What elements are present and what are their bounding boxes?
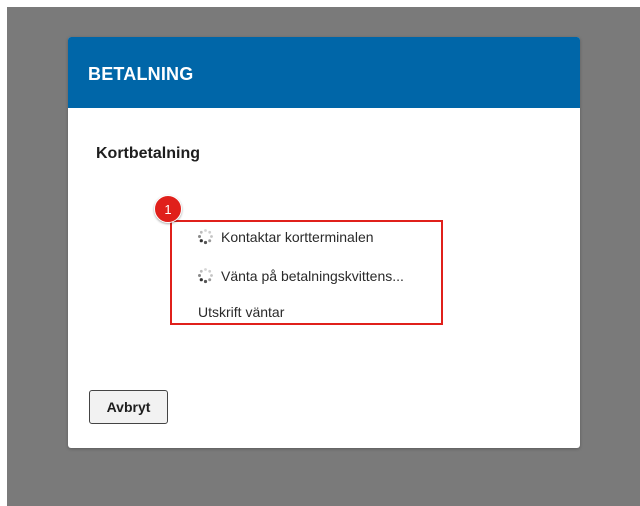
cancel-button[interactable]: Avbryt: [89, 390, 168, 424]
payment-dialog: BETALNING Kortbetalning 1 Kontaktar kort…: [68, 37, 580, 448]
spinner-icon: [197, 228, 214, 245]
status-text: Kontaktar kortterminalen: [221, 228, 374, 245]
spinner-icon: [197, 267, 214, 284]
annotation-badge: 1: [154, 195, 182, 223]
dialog-title: BETALNING: [88, 64, 194, 84]
status-text: Utskrift väntar: [198, 304, 285, 320]
status-print-pending: Utskrift väntar: [198, 304, 284, 320]
section-title: Kortbetalning: [96, 145, 200, 162]
status-contacting-terminal: Kontaktar kortterminalen: [197, 228, 374, 245]
dialog-header: BETALNING: [68, 37, 580, 108]
status-text: Vänta på betalningskvittens...: [221, 267, 404, 284]
status-waiting-receipt: Vänta på betalningskvittens...: [197, 267, 404, 284]
